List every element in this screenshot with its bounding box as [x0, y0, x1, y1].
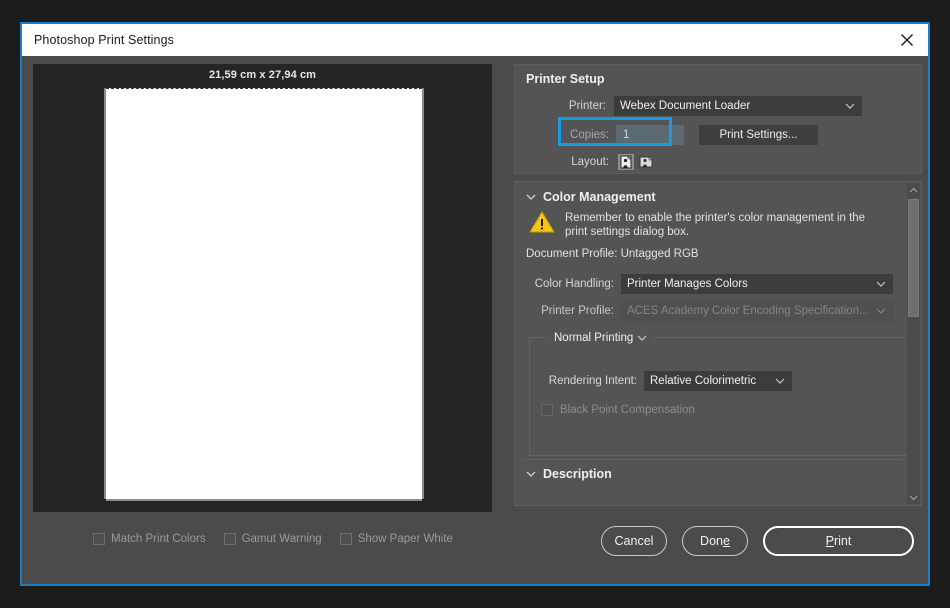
layout-icon-group	[618, 154, 654, 170]
section-divider	[523, 459, 903, 460]
rendering-intent-select[interactable]: Relative Colorimetric	[644, 371, 792, 391]
color-management-title: Color Management	[543, 190, 656, 204]
color-management-panel: Color Management Remember to enable the …	[514, 181, 922, 506]
done-button[interactable]: Done	[682, 526, 748, 556]
print-settings-dialog: Photoshop Print Settings 21,59 cm x 27,9…	[20, 22, 930, 586]
checkbox-icon[interactable]	[339, 533, 352, 545]
normal-printing-select[interactable]: Normal Printing	[546, 327, 654, 348]
printer-select-value: Webex Document Loader	[620, 100, 751, 112]
dialog-footer: Cancel Done Print	[500, 518, 928, 564]
chevron-down-icon	[845, 100, 855, 112]
settings-column: Printer Setup Printer: Webex Document Lo…	[500, 56, 928, 584]
chevron-down-icon[interactable]	[526, 194, 536, 200]
dialog-body: 21,59 cm x 27,94 cm Match Print Colors G…	[22, 56, 928, 584]
layout-label: Layout:	[571, 156, 609, 168]
print-button-label: Print	[825, 534, 852, 548]
done-button-label: Done	[700, 534, 730, 548]
copies-row: Copies: 1	[565, 125, 684, 145]
print-button[interactable]: Print	[763, 526, 914, 556]
black-point-compensation-row: Black Point Compensation	[541, 404, 695, 416]
color-handling-label: Color Handling:	[534, 278, 614, 290]
description-header[interactable]: Description	[526, 467, 612, 481]
chevron-down-icon[interactable]	[526, 471, 536, 477]
copies-label: Copies:	[570, 129, 609, 141]
scroll-down-icon[interactable]	[907, 491, 920, 504]
color-handling-value: Printer Manages Colors	[627, 278, 748, 290]
proof-option-label: Show Paper White	[357, 533, 453, 545]
printer-label: Printer:	[568, 100, 606, 112]
rendering-intent-value: Relative Colorimetric	[650, 375, 757, 387]
scrollbar-thumb[interactable]	[908, 199, 919, 317]
print-preview-canvas[interactable]: 21,59 cm x 27,94 cm	[33, 64, 492, 512]
printer-setup-title: Printer Setup	[526, 72, 605, 86]
title-bar: Photoshop Print Settings	[22, 24, 928, 56]
document-profile-text: Document Profile: Untagged RGB	[526, 248, 699, 260]
printer-profile-value: ACES Academy Color Encoding Specificatio…	[627, 305, 869, 317]
warning-triangle-icon	[529, 210, 555, 239]
proof-option-label: Match Print Colors	[111, 533, 206, 545]
printer-profile-label: Printer Profile:	[541, 305, 614, 317]
copies-input-value: 1	[623, 129, 630, 141]
rendering-intent-row: Rendering Intent: Relative Colorimetric	[539, 371, 792, 391]
normal-printing-value: Normal Printing	[554, 331, 634, 344]
printer-setup-panel: Printer Setup Printer: Webex Document Lo…	[514, 64, 922, 174]
print-settings-button-label: Print Settings...	[719, 129, 798, 141]
chevron-down-icon	[775, 375, 785, 387]
paper-size-label: 21,59 cm x 27,94 cm	[208, 69, 317, 81]
warning-text: Remember to enable the printer's color m…	[565, 211, 866, 238]
scroll-up-icon[interactable]	[907, 183, 920, 196]
chevron-down-icon	[876, 305, 886, 317]
printer-profile-select: ACES Academy Color Encoding Specificatio…	[621, 301, 893, 321]
landscape-layout-icon[interactable]	[638, 154, 654, 170]
color-handling-select[interactable]: Printer Manages Colors	[621, 274, 893, 294]
layout-row: Layout:	[567, 154, 654, 170]
rendering-intent-label: Rendering Intent:	[548, 375, 637, 387]
chevron-down-icon	[876, 278, 886, 290]
cancel-button-label: Cancel	[614, 534, 654, 548]
proof-option-gamut-warning[interactable]: Gamut Warning	[223, 533, 322, 545]
print-settings-button[interactable]: Print Settings...	[698, 124, 819, 146]
color-management-warning: Remember to enable the printer's color m…	[529, 210, 889, 239]
close-icon[interactable]	[886, 24, 928, 56]
printer-profile-row: Printer Profile: ACES Academy Color Enco…	[526, 301, 893, 321]
black-point-compensation-label: Black Point Compensation	[560, 404, 695, 416]
printer-select[interactable]: Webex Document Loader	[614, 96, 862, 116]
proof-option-label: Gamut Warning	[241, 533, 322, 545]
color-handling-row: Color Handling: Printer Manages Colors	[526, 274, 893, 294]
checkbox-icon[interactable]	[93, 533, 105, 545]
printing-mode-group: Normal Printing Rendering Intent: Relati…	[529, 327, 909, 456]
proof-option-show-paper-white[interactable]: Show Paper White	[339, 533, 453, 545]
chevron-down-icon	[637, 332, 647, 344]
checkbox-icon	[541, 404, 553, 416]
color-management-scrollbar[interactable]	[907, 183, 920, 504]
copies-input[interactable]: 1	[616, 125, 684, 145]
portrait-layout-icon[interactable]	[618, 154, 634, 170]
cancel-button[interactable]: Cancel	[601, 526, 667, 556]
proof-option-match-print-colors[interactable]: Match Print Colors	[93, 533, 206, 545]
paper-surface	[106, 89, 422, 499]
printer-row: Printer: Webex Document Loader	[556, 96, 862, 116]
proof-options-bar: Match Print Colors Gamut Warning Show Pa…	[33, 522, 492, 556]
paper-preview[interactable]	[106, 88, 422, 499]
color-management-header[interactable]: Color Management	[526, 190, 656, 204]
checkbox-icon[interactable]	[223, 533, 236, 545]
window-title: Photoshop Print Settings	[34, 33, 174, 47]
description-title: Description	[543, 467, 612, 481]
